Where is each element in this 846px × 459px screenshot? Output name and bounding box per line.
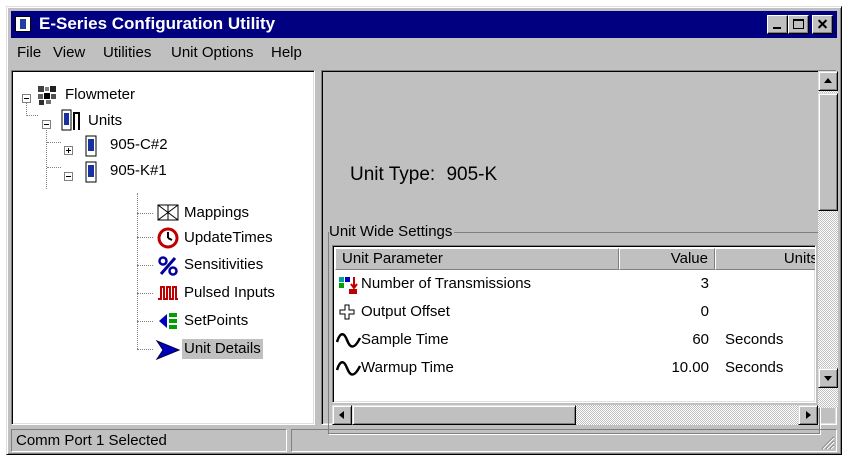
tree-item-setpoints[interactable]: SetPoints: [182, 311, 250, 331]
close-button[interactable]: [812, 15, 833, 34]
horizontal-scroll-thumb[interactable]: [352, 405, 576, 425]
plus-icon: [339, 304, 355, 320]
param-name: Number of Transmissions: [361, 275, 532, 292]
menu-bar: File View Utilities Unit Options Help: [11, 40, 837, 66]
param-units: Seconds: [725, 359, 784, 376]
unit-device-icon: [85, 161, 97, 183]
transmissions-icon: [339, 277, 358, 294]
param-name: Output Offset: [361, 303, 450, 320]
menu-utilities[interactable]: Utilities: [103, 44, 151, 61]
unit-type-display: Unit Type: 905-K: [350, 164, 497, 186]
mappings-icon: [157, 204, 179, 221]
setpoints-icon: [159, 313, 177, 329]
collapse-905-k1[interactable]: [64, 172, 73, 181]
wave-icon: [336, 333, 362, 348]
vertical-scrollbar[interactable]: [818, 71, 838, 408]
column-header-units[interactable]: Units: [715, 248, 815, 270]
collapse-units[interactable]: [42, 120, 51, 129]
details-pane: Unit Type: 905-K Unit Wide Settings Unit…: [321, 70, 838, 434]
param-name: Warmup Time: [361, 359, 454, 376]
scroll-up-button[interactable]: [818, 71, 838, 91]
tree-item-sensitivities[interactable]: Sensitivities: [182, 255, 265, 275]
status-bar: Comm Port 1 Selected: [11, 429, 837, 452]
param-value[interactable]: 3: [619, 270, 709, 298]
status-pane-secondary: [291, 429, 837, 452]
collapse-flowmeter[interactable]: [22, 94, 31, 103]
arrow-icon: [155, 339, 181, 361]
group-title: Unit Wide Settings: [329, 223, 455, 240]
minimize-button[interactable]: [767, 15, 788, 34]
tree-item-units[interactable]: Units: [86, 111, 124, 131]
parameters-grid[interactable]: Unit Parameter Value Units Number of Tra…: [332, 245, 816, 403]
tree-item-pulsed-inputs[interactable]: Pulsed Inputs: [182, 283, 277, 303]
app-icon[interactable]: [15, 16, 31, 32]
pulse-icon: [158, 286, 178, 300]
column-header-value[interactable]: Value: [619, 248, 715, 270]
unit-device-icon: [85, 135, 97, 157]
tree-item-905-k1[interactable]: 905-K#1: [108, 161, 169, 181]
percent-icon: [158, 256, 178, 276]
unit-type-value: 905-K: [446, 164, 498, 185]
status-text: Comm Port 1 Selected: [11, 429, 287, 452]
maximize-button[interactable]: [788, 15, 809, 34]
flowmeter-icon: [38, 86, 56, 105]
param-value[interactable]: 10.00: [619, 354, 709, 382]
tree-item-905-c2[interactable]: 905-C#2: [108, 135, 170, 155]
param-value[interactable]: 60: [619, 326, 709, 354]
tree-item-updatetimes[interactable]: UpdateTimes: [182, 228, 275, 248]
tree-item-unit-details[interactable]: Unit Details: [182, 339, 263, 359]
param-name: Sample Time: [361, 331, 449, 348]
resize-grip-icon[interactable]: [821, 436, 835, 450]
title-bar[interactable]: E-Series Configuration Utility: [11, 11, 837, 38]
tree-item-flowmeter[interactable]: Flowmeter: [63, 85, 137, 105]
unit-type-label: Unit Type:: [350, 164, 436, 185]
app-window: E-Series Configuration Utility File View…: [6, 6, 842, 455]
scroll-down-button[interactable]: [818, 368, 838, 388]
expand-905-c2[interactable]: [64, 146, 73, 155]
clock-icon: [157, 227, 179, 249]
param-units: Seconds: [725, 331, 784, 348]
vertical-scroll-thumb[interactable]: [818, 93, 838, 211]
wave-icon: [336, 361, 362, 376]
scroll-right-button[interactable]: [798, 405, 818, 425]
tree-view[interactable]: Flowmeter Units 905-C#2 905-K#1 Mappings…: [11, 70, 315, 425]
scroll-left-button[interactable]: [332, 405, 352, 425]
menu-view[interactable]: View: [53, 44, 85, 61]
param-value[interactable]: 0: [619, 298, 709, 326]
column-header-unit-parameter[interactable]: Unit Parameter: [335, 248, 619, 270]
window-title: E-Series Configuration Utility: [39, 14, 276, 33]
units-icon: [61, 109, 80, 131]
horizontal-scrollbar[interactable]: [332, 405, 818, 425]
menu-help[interactable]: Help: [271, 44, 302, 61]
menu-unit-options[interactable]: Unit Options: [171, 44, 254, 61]
tree-item-mappings[interactable]: Mappings: [182, 203, 251, 223]
menu-file[interactable]: File: [17, 44, 41, 61]
